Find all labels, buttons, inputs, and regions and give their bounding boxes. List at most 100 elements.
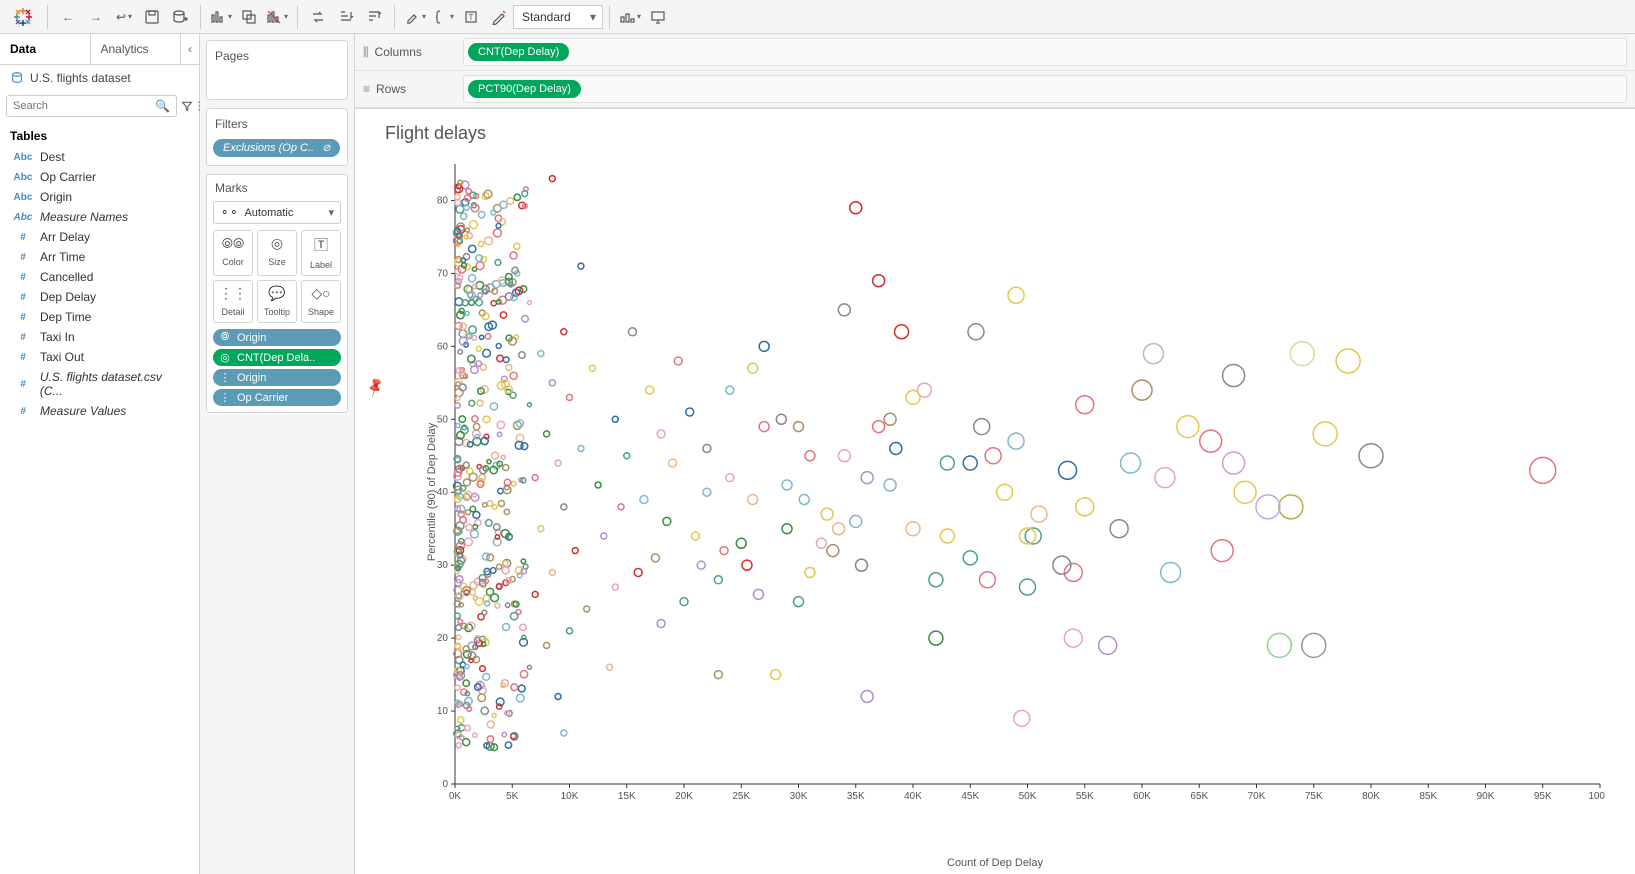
mark-pill-detail-origin[interactable]: ⋮Origin (213, 369, 341, 386)
field-label: U.S. flights dataset.csv (C... (40, 370, 187, 398)
label-button[interactable]: 🅃Label (301, 230, 341, 276)
field-measure-values[interactable]: #Measure Values (4, 401, 195, 421)
columns-icon: ⫼ (363, 45, 369, 60)
field-arr-delay[interactable]: #Arr Delay (4, 227, 195, 247)
field-label: Arr Time (40, 250, 85, 264)
save-button[interactable] (138, 3, 166, 31)
format-button[interactable] (485, 3, 513, 31)
number-type-icon: # (12, 352, 34, 363)
field-op-carrier[interactable]: AbcOp Carrier (4, 167, 195, 187)
x-axis-label[interactable]: Count of Dep Delay (947, 857, 1043, 869)
swap-button[interactable] (304, 3, 332, 31)
string-type-icon: Abc (12, 192, 34, 203)
pages-shelf[interactable]: Pages (206, 40, 348, 100)
field-label: Dest (40, 150, 65, 164)
color-glyph-icon: ⦾ (217, 331, 233, 344)
fit-select[interactable]: Standard (513, 5, 603, 29)
field-dep-delay[interactable]: #Dep Delay (4, 287, 195, 307)
field-label: Measure Values (40, 404, 126, 418)
redo-button[interactable]: → (82, 3, 110, 31)
svg-text:80K: 80K (1362, 791, 1380, 802)
field-arr-time[interactable]: #Arr Time (4, 247, 195, 267)
mark-pill-detail-carrier[interactable]: ⋮Op Carrier (213, 389, 341, 406)
color-button[interactable]: ⦾⦾Color (213, 230, 253, 276)
show-labels-button[interactable]: T (457, 3, 485, 31)
field-dep-time[interactable]: #Dep Time (4, 307, 195, 327)
svg-text:25K: 25K (732, 791, 750, 802)
datasource-row[interactable]: U.S. flights dataset (0, 65, 199, 91)
detail-glyph-icon: ⋮ (217, 371, 233, 384)
viz-canvas[interactable]: Flight delays 📌 Percentile (90) of Dep D… (355, 109, 1635, 874)
columns-shelf[interactable]: ⫼Columns CNT(Dep Delay) (355, 34, 1635, 71)
remove-filter-icon: ⊘ (322, 143, 330, 154)
columns-pill[interactable]: CNT(Dep Delay) (468, 43, 569, 61)
tab-data[interactable]: Data (0, 34, 91, 64)
rows-icon: ≡ (363, 82, 370, 96)
revert-button[interactable]: ↩▾ (110, 3, 138, 31)
cards-pane: Pages Filters Exclusions (Op C.. ⊘ Marks… (200, 34, 355, 874)
mark-type-select[interactable]: ⚬⚬ Automatic (213, 201, 341, 224)
shape-icon: ⚬⚬ (220, 206, 238, 219)
svg-text:15K: 15K (618, 791, 636, 802)
svg-text:40: 40 (437, 487, 449, 498)
mark-pill-color-origin[interactable]: ⦾Origin (213, 329, 341, 346)
search-input[interactable]: 🔍 (6, 95, 177, 117)
tables-heading: Tables (0, 121, 199, 147)
highlight-button[interactable]: ▾ (401, 3, 429, 31)
field-dest[interactable]: AbcDest (4, 147, 195, 167)
filter-pill-exclusions[interactable]: Exclusions (Op C.. ⊘ (213, 139, 340, 157)
pin-axis-icon[interactable]: 📌 (364, 376, 388, 399)
rows-pill[interactable]: PCT90(Dep Delay) (468, 80, 581, 98)
show-me-button[interactable]: ▾ (616, 3, 644, 31)
field-u-s-flights-dataset-csv-c-[interactable]: # U.S. flights dataset.csv (C... (4, 367, 195, 401)
new-datasource-button[interactable] (166, 3, 194, 31)
tableau-logo-icon (13, 7, 33, 27)
presentation-button[interactable] (644, 3, 672, 31)
filters-shelf[interactable]: Filters Exclusions (Op C.. ⊘ (206, 108, 348, 166)
shape-button[interactable]: ◇○Shape (301, 280, 341, 323)
size-button[interactable]: ◎Size (257, 230, 297, 276)
sort-asc-button[interactable] (332, 3, 360, 31)
svg-text:50: 50 (437, 414, 449, 425)
detail-button[interactable]: ⋮⋮Detail (213, 280, 253, 323)
rows-shelf[interactable]: ≡Rows PCT90(Dep Delay) (355, 71, 1635, 108)
svg-text:30: 30 (437, 560, 449, 571)
duplicate-button[interactable] (235, 3, 263, 31)
tab-analytics[interactable]: Analytics (91, 34, 182, 64)
svg-text:0: 0 (442, 779, 448, 790)
scatter-plot[interactable]: 010203040506070800K5K10K15K20K25K30K35K4… (415, 159, 1605, 814)
svg-text:35K: 35K (847, 791, 865, 802)
tooltip-icon: 💬 (260, 285, 294, 302)
tooltip-button[interactable]: 💬Tooltip (257, 280, 297, 323)
new-worksheet-button[interactable]: ▾ (207, 3, 235, 31)
detail-glyph-icon: ⋮ (217, 391, 233, 404)
field-cancelled[interactable]: # Cancelled (4, 267, 195, 287)
number-type-icon: # (12, 232, 34, 243)
field-label: Op Carrier (40, 170, 96, 184)
field-label: Measure Names (40, 210, 128, 224)
filter-fields-button[interactable] (181, 97, 193, 115)
number-type-icon: # (12, 272, 34, 283)
field-taxi-out[interactable]: #Taxi Out (4, 347, 195, 367)
field-label: Cancelled (40, 270, 93, 284)
field-measure-names[interactable]: AbcMeasure Names (4, 207, 195, 227)
svg-text:65K: 65K (1190, 791, 1208, 802)
svg-text:70: 70 (437, 268, 449, 279)
undo-button[interactable]: ← (54, 3, 82, 31)
collapse-pane-button[interactable]: ‹ (181, 34, 199, 64)
number-type-icon: # (12, 292, 34, 303)
viz-title[interactable]: Flight delays (375, 119, 1615, 154)
group-button[interactable]: ▾ (429, 3, 457, 31)
svg-text:20K: 20K (675, 791, 693, 802)
svg-text:85K: 85K (1419, 791, 1437, 802)
field-origin[interactable]: AbcOrigin (4, 187, 195, 207)
clear-button[interactable]: ▾ (263, 3, 291, 31)
mark-pill-size-cnt[interactable]: ◎CNT(Dep Dela.. (213, 349, 341, 366)
svg-text:95K: 95K (1534, 791, 1552, 802)
svg-text:30K: 30K (790, 791, 808, 802)
number-type-icon: # (12, 379, 34, 390)
sort-desc-button[interactable] (360, 3, 388, 31)
svg-text:5K: 5K (506, 791, 519, 802)
field-taxi-in[interactable]: #Taxi In (4, 327, 195, 347)
svg-text:60: 60 (437, 341, 449, 352)
